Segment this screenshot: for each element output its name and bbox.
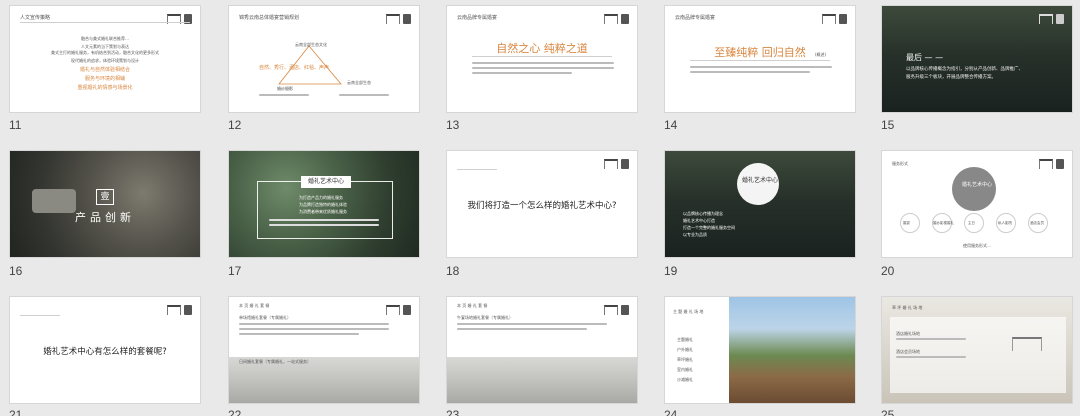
body-line: 现代婚礼的追求，体验环境策划与设计 [71,58,139,63]
logo-icon [604,14,629,24]
body-line: 服务升级三个板块，开展品牌整合传播方案。 [906,75,996,80]
slide-title: 本 页 婚 礼 套 餐 [457,303,488,308]
diagram-node: 婚宴 [903,221,910,225]
slide-number: 21 [9,408,23,416]
body-line: 以品牌核心传播概念为指引，分别从产品创新、品牌推广、 [906,67,1023,72]
logo-icon [386,305,411,315]
slide-number: 18 [446,264,460,278]
slide-number: 14 [664,118,678,132]
body-line: 融合与美式婚礼联合推荐… [81,36,129,41]
body-line: 以专业为品质 [683,232,707,237]
slide-thumbnail-12[interactable]: 锦秀云南总体婚宴营销规划 云南全部生态文化 自然、秀行、酒店、红毯、声声 婚纱摄… [228,5,420,113]
slide-headline: 至臻纯粹 回归自然 [714,46,806,59]
slide-number: 19 [664,264,678,278]
logo-icon [1039,14,1064,24]
keywords-line: 自然、秀行、酒店、红毯、声声 [259,65,330,71]
list-item: 户外婚礼 [677,347,693,352]
highlight-line: 婚礼与自然体验相结合 [79,67,130,73]
logo-icon [167,305,192,315]
list-item: 沙滩婚礼 [677,377,693,382]
slide-number: 15 [881,118,895,132]
slide-headline: 我们将打造一个怎么样的婚礼艺术中心? [467,201,617,211]
body-line: 为品牌打造独特的婚礼体验 [299,202,347,207]
logo-icon [822,14,847,24]
slide-thumbnail-14[interactable]: 云南品牌专属婚宴 至臻纯粹 回归自然 (概述) [664,5,856,113]
slide-title: 服务形式 [892,161,908,166]
slide-number: 20 [881,264,895,278]
logo-icon [604,305,629,315]
diagram-left-label: 婚纱摄影 [277,86,293,91]
diagram-node: 主日 [968,221,975,225]
diagram-node: 私人影院 [998,221,1012,225]
slide-title: 云南品牌专属婚宴 [457,15,498,21]
slide-thumbnail-18[interactable]: 我们将打造一个怎么样的婚礼艺术中心? [446,150,638,258]
body-line: 为消费者带来优质婚礼服务 [299,209,347,214]
slide-number: 17 [228,264,242,278]
logo-icon [604,159,629,169]
body-line: 打造一个完整的婚礼服务空间 [683,225,735,230]
section-badge: 壹 [96,189,114,205]
divider [20,22,190,23]
body-line: 美式主打的婚礼服务，有机结合到活动，融合文化的更多形式 [51,50,159,55]
section-heading: 酒店会员场地 [896,349,920,354]
slide-thumbnail-24[interactable]: 主 题 婚 礼 场 地 主题婚礼 户外婚礼 草坪婚礼 室内婚礼 沙滩婚礼 [664,296,856,404]
slide-headline: 自然之心 纯粹之道 [496,42,588,55]
highlight-line: 重视婚礼的情感与场景化 [77,85,133,91]
house-icon [1012,337,1042,351]
slide-thumbnail-11[interactable]: 人文宣传策略 融合与美式婚礼联合推荐… 人文元素的当下策划与表达 美式主打的婚礼… [9,5,201,113]
slide-headline: 最后 — — [906,53,944,62]
slide-title: 主 题 婚 礼 场 地 [673,309,704,314]
slide-thumbnail-13[interactable]: 云南品牌专属婚宴 自然之心 纯粹之道 [446,5,638,113]
slide-number: 11 [9,118,22,132]
slide-headline: 产品创新 [75,211,135,224]
slide-number: 16 [9,264,23,278]
diagram-node: 婚纱影楼婚礼 [933,221,954,225]
slide-number: 24 [664,408,678,416]
list-item: 室内婚礼 [677,367,693,372]
slide-number: 13 [446,118,460,132]
slide-thumbnail-17[interactable]: 婚礼艺术中心 为打造产品力的婚礼服务 为品牌打造独特的婚礼体验 为消费者带来优质… [228,150,420,258]
body-line: 为打造产品力的婚礼服务 [299,195,343,200]
section-heading: 单场馆婚礼套餐（专属婚礼） [239,315,291,320]
body-line: 婚礼艺术中心打造 [683,218,715,223]
slide-title: 云南品牌专属婚宴 [675,15,716,21]
diagram-right-label: 云南全部生态 [347,80,371,85]
slide-title: 人文宣传策略 [20,15,51,21]
diagram-top-label: 云南全部生态文化 [295,42,327,47]
slide-headline: 婚礼艺术中心 [741,177,778,184]
slide-thumbnail-22[interactable]: 本 页 婚 礼 套 餐 单场馆婚礼套餐（专属婚礼） 日间婚礼套餐（专属婚礼，一站… [228,296,420,404]
section-heading: 酒店婚礼场地 [896,331,920,336]
deck-photo [729,297,855,403]
body-line: 以品牌核心传播为理念 [683,211,723,216]
diagram-center-label: 婚礼艺术中心 [961,182,992,188]
slide-number: 25 [881,408,895,416]
slide-number: 22 [228,408,242,416]
slide-thumbnail-16[interactable]: 壹 产品创新 [9,150,201,258]
slide-badge: (概述) [815,52,827,57]
slide-thumbnail-15[interactable]: 最后 — — 以品牌核心传播概念为指引，分别从产品创新、品牌推广、 服务升级三个… [881,5,1073,113]
section-heading: 日间婚礼套餐（专属婚礼，一站式服务） [239,359,311,364]
diagram-caption: 使用服务形式… [963,243,991,248]
list-item: 主题婚礼 [677,337,693,342]
slide-thumbnail-20[interactable]: 服务形式 婚礼艺术中心 婚宴 婚纱影楼婚礼 主日 私人影院 酒店会员 使用服务形… [881,150,1073,258]
slide-title: 草 坪 婚 礼 场 地 [892,305,923,310]
diagram-node: 酒店会员 [1030,221,1044,225]
slide-headline: 婚礼艺术中心有怎么样的套餐呢? [43,347,167,357]
section-heading: 午宴场地婚礼套餐（专属婚礼） [457,315,513,320]
slide-number: 12 [228,118,242,132]
slide-number: 23 [446,408,460,416]
highlight-line: 服务与环境的相辅 [84,76,125,82]
slide-thumbnail-23[interactable]: 本 页 婚 礼 套 餐 午宴场地婚礼套餐（专属婚礼） [446,296,638,404]
slide-title: 本 页 婚 礼 套 餐 [239,303,270,308]
slide-thumbnail-19[interactable]: 婚礼艺术中心 以品牌核心传播为理念 婚礼艺术中心打造 打造一个完整的婚礼服务空间… [664,150,856,258]
slide-headline: 婚礼艺术中心 [301,176,351,188]
logo-icon [1039,159,1064,169]
list-item: 草坪婚礼 [677,357,693,362]
slide-thumbnail-25[interactable]: 草 坪 婚 礼 场 地 酒店婚礼场地 酒店会员场地 [881,296,1073,404]
triangle-diagram [278,45,342,85]
slide-thumbnail-21[interactable]: 婚礼艺术中心有怎么样的套餐呢? [9,296,201,404]
